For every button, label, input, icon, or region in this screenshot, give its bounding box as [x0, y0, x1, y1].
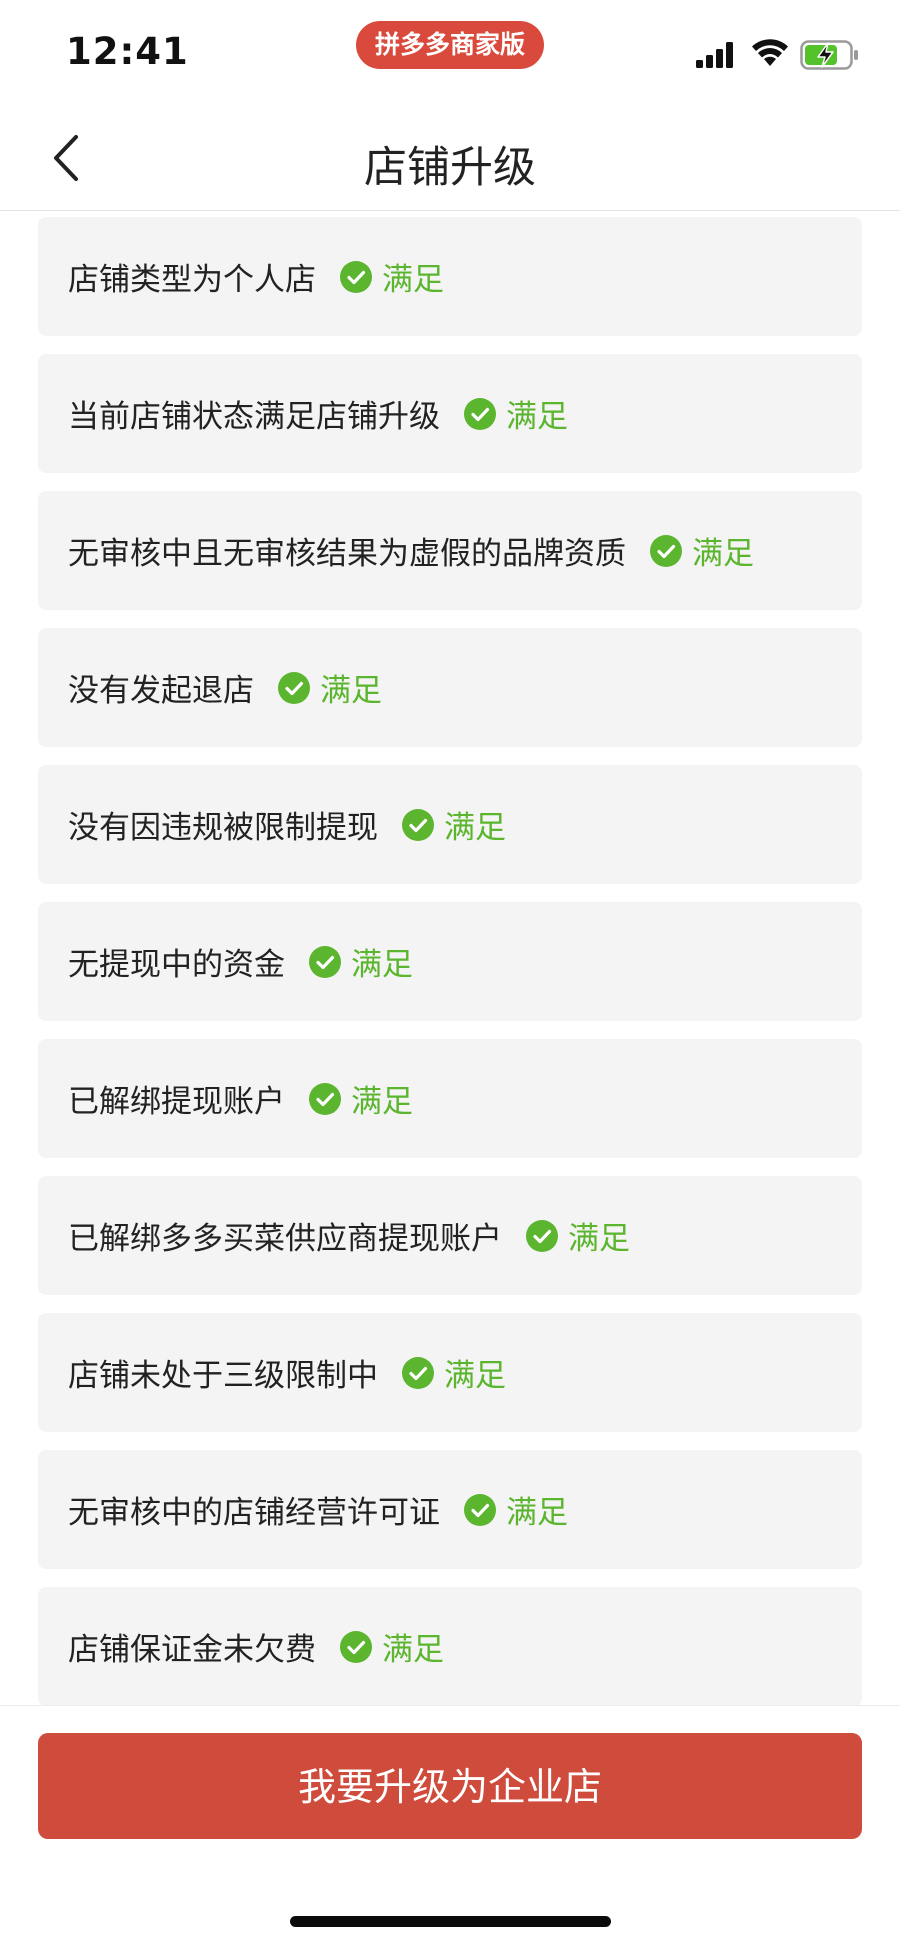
requirement-status: 满足	[526, 1213, 630, 1258]
bottom-action-bar: 我要升级为企业店	[0, 1705, 900, 1949]
status-text: 满足	[506, 1495, 568, 1531]
requirements-list: 店铺类型为个人店 满足 当前店铺状态满足店铺升级 满足 无审核中且无审核结果为虚…	[38, 217, 862, 1724]
requirement-label: 已解绑多多买菜供应商提现账户	[68, 1221, 502, 1257]
requirement-status: 满足	[340, 1624, 444, 1669]
status-text: 满足	[568, 1221, 630, 1257]
requirement-status: 满足	[464, 1487, 568, 1532]
check-circle-icon	[402, 808, 434, 841]
check-circle-icon	[402, 1356, 434, 1389]
requirement-status: 满足	[650, 528, 754, 573]
requirement-label: 没有因违规被限制提现	[68, 810, 378, 846]
status-text: 满足	[351, 1084, 413, 1120]
requirement-status: 满足	[402, 1350, 506, 1395]
requirement-label: 已解绑提现账户	[68, 1084, 285, 1120]
app-badge[interactable]: 拼多多商家版	[356, 21, 544, 69]
check-circle-icon	[309, 945, 341, 978]
requirement-item: 当前店铺状态满足店铺升级 满足	[38, 354, 862, 473]
requirement-item: 已解绑多多买菜供应商提现账户 满足	[38, 1176, 862, 1295]
requirement-label: 无审核中的店铺经营许可证	[68, 1495, 440, 1531]
requirement-status: 满足	[309, 1076, 413, 1121]
requirement-label: 店铺类型为个人店	[68, 262, 316, 298]
requirement-label: 当前店铺状态满足店铺升级	[68, 399, 440, 435]
status-bar: 12:41 拼多多商家版	[0, 0, 900, 105]
requirement-status: 满足	[402, 802, 506, 847]
check-circle-icon	[526, 1219, 558, 1252]
check-circle-icon	[309, 1082, 341, 1115]
requirement-status: 满足	[340, 254, 444, 299]
status-text: 满足	[506, 399, 568, 435]
requirement-item: 无提现中的资金 满足	[38, 902, 862, 1021]
requirement-item: 店铺保证金未欠费 满足	[38, 1587, 862, 1706]
check-circle-icon	[340, 260, 372, 293]
status-text: 满足	[382, 1632, 444, 1668]
status-text: 满足	[444, 1358, 506, 1394]
check-circle-icon	[278, 671, 310, 704]
requirement-item: 没有发起退店 满足	[38, 628, 862, 747]
status-icons	[696, 38, 866, 72]
requirement-status: 满足	[278, 665, 382, 710]
status-text: 满足	[382, 262, 444, 298]
requirement-status: 满足	[464, 391, 568, 436]
requirement-item: 无审核中且无审核结果为虚假的品牌资质 满足	[38, 491, 862, 610]
check-circle-icon	[464, 397, 496, 430]
requirement-label: 店铺保证金未欠费	[68, 1632, 316, 1668]
requirement-item: 没有因违规被限制提现 满足	[38, 765, 862, 884]
status-text: 满足	[351, 947, 413, 983]
nav-bar: 店铺升级	[0, 105, 900, 211]
status-text: 满足	[444, 810, 506, 846]
battery-charging-icon	[800, 40, 858, 70]
requirement-item: 店铺未处于三级限制中 满足	[38, 1313, 862, 1432]
cellular-signal-icon	[696, 42, 733, 68]
status-text: 满足	[320, 673, 382, 709]
check-circle-icon	[464, 1493, 496, 1526]
check-circle-icon	[650, 534, 682, 567]
home-indicator[interactable]	[290, 1916, 611, 1927]
requirement-item: 无审核中的店铺经营许可证 满足	[38, 1450, 862, 1569]
page-title: 店铺升级	[364, 143, 536, 193]
check-circle-icon	[340, 1630, 372, 1663]
requirement-item: 已解绑提现账户 满足	[38, 1039, 862, 1158]
requirement-label: 没有发起退店	[68, 673, 254, 709]
requirement-label: 无审核中且无审核结果为虚假的品牌资质	[68, 536, 626, 572]
requirement-status: 满足	[309, 939, 413, 984]
requirement-label: 店铺未处于三级限制中	[68, 1358, 378, 1394]
requirement-label: 无提现中的资金	[68, 947, 285, 983]
status-time: 12:41	[66, 30, 189, 73]
requirement-item: 店铺类型为个人店 满足	[38, 217, 862, 336]
status-text: 满足	[692, 536, 754, 572]
wifi-icon	[752, 39, 788, 66]
upgrade-to-enterprise-button[interactable]: 我要升级为企业店	[38, 1733, 862, 1839]
